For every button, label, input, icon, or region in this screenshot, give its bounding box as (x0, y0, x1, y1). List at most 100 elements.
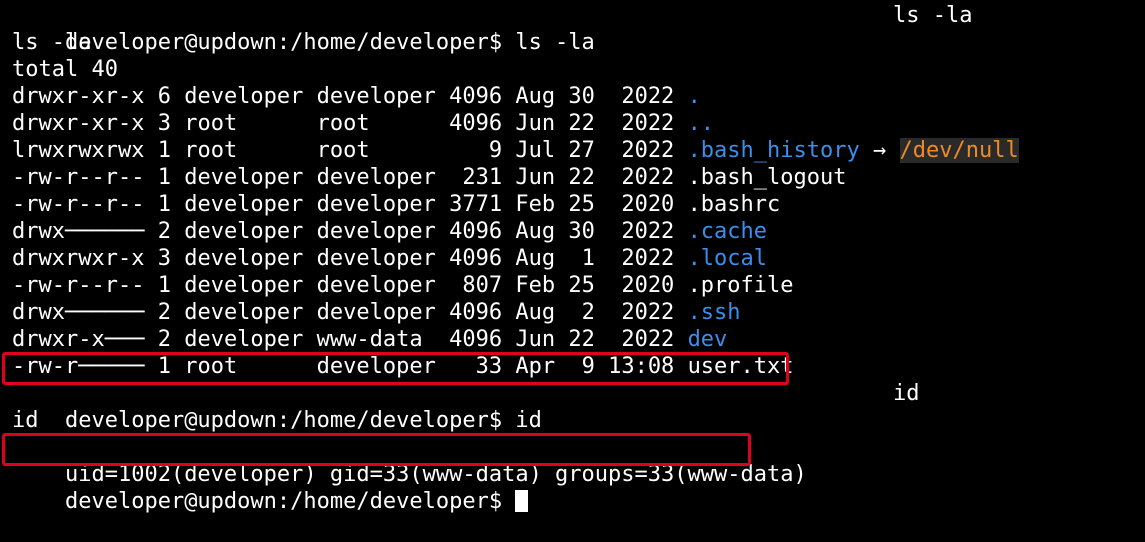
permissions: drwx────── (12, 300, 158, 325)
link-count: 3 (157, 111, 185, 136)
listing-row: lrwxrwxrwx 1 root root 9 Jul 27 2022 .ba… (12, 137, 1019, 164)
month: Aug (515, 84, 569, 109)
file-size: 231 (449, 165, 516, 190)
file-name: .bash_history (687, 138, 860, 163)
time-or-year: 2022 (608, 327, 688, 352)
time-or-year: 2022 (608, 138, 688, 163)
file-name: dev (687, 327, 728, 352)
month: Aug (515, 219, 569, 244)
listing-row: -rw-r───── 1 root developer 33 Apr 9 13:… (12, 353, 1019, 380)
link-count: 1 (157, 354, 185, 379)
total-line: total 40 (12, 57, 118, 82)
listing-row: drwxr-x─── 2 developer www-data 4096 Jun… (12, 326, 1019, 353)
day: 30 (568, 84, 609, 109)
owner: root (184, 354, 317, 379)
owner: developer (184, 273, 317, 298)
owner: developer (184, 192, 317, 217)
listing-row: -rw-r--r-- 1 developer developer 807 Feb… (12, 272, 1019, 299)
link-count: 1 (157, 273, 185, 298)
permissions: drwxr-x─── (12, 327, 158, 352)
file-size: 4096 (449, 84, 516, 109)
permissions: -rw-r--r-- (12, 273, 158, 298)
group: root (316, 138, 450, 163)
file-name: .bash_logout (687, 165, 847, 190)
file-name: .profile (687, 273, 794, 298)
month: Aug (515, 246, 569, 271)
file-name: .cache (687, 219, 768, 244)
group: developer (316, 273, 450, 298)
file-size: 4096 (449, 219, 516, 244)
id-output-line: uid=1002(developer) gid=33(www-data) gro… (12, 434, 1019, 487)
prompt-line-id: developer@updown:/home/developer$ id id (12, 380, 1019, 433)
time-or-year: 2020 (608, 273, 688, 298)
owner: developer (184, 165, 317, 190)
listing-row: drwx────── 2 developer developer 4096 Au… (12, 218, 1019, 245)
day: 22 (568, 111, 609, 136)
time-or-year: 2022 (608, 219, 688, 244)
file-size: 4096 (449, 111, 516, 136)
owner: root (184, 111, 317, 136)
listing-row: drwxr-xr-x 3 root root 4096 Jun 22 2022 … (12, 110, 1019, 137)
symlink-arrow: → (859, 138, 900, 163)
month: Jun (515, 327, 569, 352)
file-size: 4096 (449, 327, 516, 352)
symlink-target: /dev/null (899, 138, 1019, 163)
file-name: user.txt (687, 354, 794, 379)
owner: developer (184, 246, 317, 271)
link-count: 2 (157, 327, 185, 352)
day: 30 (568, 219, 609, 244)
file-size: 33 (449, 354, 516, 379)
owner: developer (184, 84, 317, 109)
listing-row: -rw-r--r-- 1 developer developer 3771 Fe… (12, 191, 1019, 218)
day: 1 (568, 246, 609, 271)
file-name: .. (687, 111, 715, 136)
time-or-year: 2022 (608, 111, 688, 136)
link-count: 1 (157, 165, 185, 190)
day: 22 (568, 327, 609, 352)
file-size: 9 (449, 138, 516, 163)
month: Aug (515, 300, 569, 325)
file-name: .ssh (687, 300, 741, 325)
group: developer (316, 192, 450, 217)
file-name: .local (687, 246, 768, 271)
owner: root (184, 138, 317, 163)
file-size: 4096 (449, 300, 516, 325)
month: Jun (515, 111, 569, 136)
listing-row: drwxrwxr-x 3 developer developer 4096 Au… (12, 245, 1019, 272)
day: 25 (568, 273, 609, 298)
file-size: 3771 (449, 192, 516, 217)
group: developer (316, 84, 450, 109)
group: developer (316, 246, 450, 271)
link-count: 3 (157, 246, 185, 271)
owner: developer (184, 219, 317, 244)
file-name: .bashrc (687, 192, 781, 217)
file-listing: drwxr-xr-x 6 developer developer 4096 Au… (12, 83, 1019, 380)
time-or-year: 2022 (608, 165, 688, 190)
day: 2 (568, 300, 609, 325)
month: Feb (515, 273, 569, 298)
permissions: drwxr-xr-x (12, 111, 158, 136)
terminal-window[interactable]: developer@updown:/home/developer$ ls -la… (12, 2, 1019, 514)
day: 22 (568, 165, 609, 190)
permissions: drwx────── (12, 219, 158, 244)
day: 9 (568, 354, 609, 379)
link-count: 2 (157, 300, 185, 325)
prompt-line-final[interactable]: developer@updown:/home/developer$ (12, 461, 1019, 514)
permissions: lrwxrwxrwx (12, 138, 158, 163)
command-prompt: developer@updown:/home/developer$ (64, 489, 516, 514)
file-name: . (687, 84, 701, 109)
group: www-data (316, 327, 450, 352)
permissions: -rw-r--r-- (12, 192, 158, 217)
link-count: 2 (157, 219, 185, 244)
text-cursor[interactable] (515, 490, 529, 512)
listing-row: -rw-r--r-- 1 developer developer 231 Jun… (12, 164, 1019, 191)
owner: developer (184, 300, 317, 325)
month: Feb (515, 192, 569, 217)
time-or-year: 2020 (608, 192, 688, 217)
time-or-year: 2022 (608, 300, 688, 325)
permissions: drwxr-xr-x (12, 84, 158, 109)
permissions: -rw-r───── (12, 354, 158, 379)
echo-line: id (12, 408, 39, 433)
owner: developer (184, 327, 317, 352)
permissions: -rw-r--r-- (12, 165, 158, 190)
